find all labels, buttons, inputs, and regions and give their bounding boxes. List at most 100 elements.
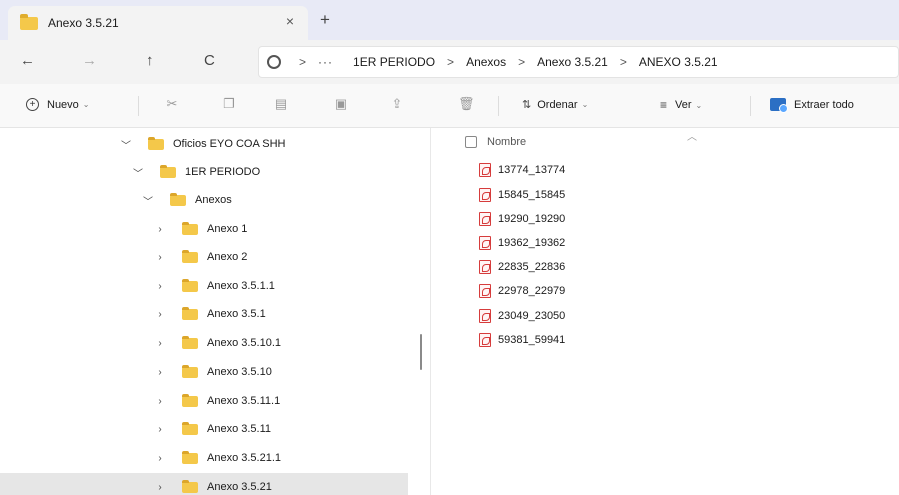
chevron-down-icon[interactable]: ﹀ [130,165,146,180]
tree-item-1er-periodo[interactable]: ﹀ 1ER PERIODO [130,158,428,186]
chevron-down-icon: ⌄ [581,100,589,109]
list-item[interactable]: 15845_15845 [479,185,565,205]
tree-item-anexo-3-5-11-1[interactable]: › Anexo 3.5.11.1 [152,387,408,415]
new-label: Nuevo [47,98,79,111]
tab-anexo[interactable]: Anexo 3.5.21 × [8,6,308,40]
view-lines-icon: ≡ [660,98,668,112]
pdf-file-icon [479,309,491,323]
command-bar: + Nuevo ⌄ ✂ ❐ ▤ ▣ ⇪ 🗑 ⇅ Ordenar ⌄ ≡ Ver … [0,84,899,128]
list-item[interactable]: 13774_13774 [479,160,565,180]
tree-item-anexo-3-5-1[interactable]: › Anexo 3.5.1 [152,300,408,328]
chevron-right-icon: > [518,55,526,69]
tree-item-anexo-3-5-21[interactable]: › Anexo 3.5.21 [0,473,408,495]
sort-button[interactable]: ⇅ Ordenar ⌄ [522,98,589,112]
delete-icon[interactable]: 🗑 [458,97,475,111]
folder-icon [182,364,198,378]
breadcrumb-anexo-3-5-21-zip[interactable]: ANEXO 3.5.21 [639,55,718,69]
plus-icon: + [26,98,39,111]
paste-icon[interactable]: ▤ [274,97,288,111]
tree-item-label: Anexo 3.5.11.1 [207,395,281,407]
tree-item-anexo-3-5-10-1[interactable]: › Anexo 3.5.10.1 [152,329,408,357]
scrollbar-thumb[interactable] [420,334,422,370]
chevron-right-icon: > [299,55,307,69]
tree-item-label: Anexos [195,194,232,206]
extract-icon [770,98,788,113]
extract-label: Extraer todo [794,98,854,111]
up-arrow-icon[interactable]: ↑ [146,52,154,69]
new-tab-button[interactable]: + [320,10,330,30]
chevron-right-icon[interactable]: › [152,396,168,407]
tree-item-anexo-3-5-1-1[interactable]: › Anexo 3.5.1.1 [152,272,408,300]
chevron-right-icon[interactable]: › [152,309,168,320]
tree-item-label: Anexo 3.5.21 [207,481,272,493]
pdf-file-icon [479,333,491,347]
folder-icon [182,450,198,464]
new-button[interactable]: + Nuevo ⌄ [26,98,90,111]
list-item[interactable]: 19290_19290 [479,209,565,229]
chevron-right-icon[interactable]: › [152,252,168,263]
address-row: ← → ↑ C > ··· 1ER PERIODO > Anexos > Ane… [0,40,899,84]
column-header-label: Nombre [487,136,527,148]
chevron-right-icon[interactable]: › [152,338,168,349]
share-icon[interactable]: ⇪ [390,97,404,111]
tree-item-label: 1ER PERIODO [185,166,261,178]
breadcrumb-1er-periodo[interactable]: 1ER PERIODO [353,55,435,69]
tree-item-label: Anexo 3.5.11 [207,423,272,435]
close-icon[interactable]: × [286,13,294,29]
divider [138,96,139,116]
refresh-icon[interactable]: C [204,52,215,69]
chevron-down-icon: ⌄ [82,100,90,109]
chevron-down-icon[interactable]: ﹀ [140,193,156,208]
divider [498,96,499,116]
tab-title: Anexo 3.5.21 [48,16,119,30]
tree-item-anexos[interactable]: ﹀ Anexos [140,186,428,214]
chevron-right-icon[interactable]: › [152,453,168,464]
cut-icon[interactable]: ✂ [165,97,179,111]
file-name: 22835_22836 [498,261,566,273]
pdf-file-icon [479,236,491,250]
breadcrumb-anexo-3-5-21[interactable]: Anexo 3.5.21 [537,55,608,69]
view-button[interactable]: ≡ Ver ⌄ [660,98,702,112]
tree-item-anexo-1[interactable]: › Anexo 1 [152,215,408,243]
file-name: 19362_19362 [498,237,566,249]
list-item[interactable]: 22835_22836 [479,257,565,277]
forward-arrow-icon[interactable]: → [82,52,97,69]
tree-item-anexo-3-5-21-1[interactable]: › Anexo 3.5.21.1 [152,444,408,472]
tree-item-anexo-3-5-11[interactable]: › Anexo 3.5.11 [152,415,408,443]
rename-icon[interactable]: ▣ [334,97,348,111]
folder-icon [20,13,38,30]
list-item[interactable]: 23049_23050 [479,306,565,326]
breadcrumb-ellipsis[interactable]: ··· [318,55,333,69]
tree-item-label: Anexo 3.5.1.1 [207,280,275,292]
chevron-right-icon[interactable]: › [152,424,168,435]
pdf-file-icon [479,163,491,177]
tree-item-oficios[interactable]: ﹀ Oficios EYO COA SHH [118,130,428,158]
chevron-right-icon: > [447,55,455,69]
navigation-pane: ﹀ Oficios EYO COA SHH ﹀ 1ER PERIODO ﹀ An… [0,128,430,495]
folder-icon [148,136,164,150]
list-item[interactable]: 22978_22979 [479,281,565,301]
tree-item-anexo-2[interactable]: › Anexo 2 [152,243,408,271]
globe-icon [267,55,281,69]
file-name: 19290_19290 [498,213,566,225]
column-header-name[interactable]: Nombre [465,136,526,148]
chevron-right-icon[interactable]: › [152,224,168,235]
list-item[interactable]: 19362_19362 [479,233,565,253]
breadcrumb-anexos[interactable]: Anexos [466,55,506,69]
chevron-right-icon[interactable]: › [152,367,168,378]
extract-all-button[interactable]: Extraer todo [770,98,854,113]
chevron-right-icon[interactable]: › [152,482,168,493]
address-bar[interactable]: > ··· 1ER PERIODO > Anexos > Anexo 3.5.2… [258,46,899,78]
chevron-down-icon[interactable]: ﹀ [118,137,134,152]
select-all-checkbox[interactable] [465,136,477,148]
view-label: Ver [675,99,692,111]
copy-icon[interactable]: ❐ [222,97,236,111]
chevron-right-icon[interactable]: › [152,281,168,292]
list-item[interactable]: 59381_59941 [479,330,565,350]
back-arrow-icon[interactable]: ← [20,52,35,69]
tree-item-label: Oficios EYO COA SHH [173,138,286,150]
file-name: 23049_23050 [498,310,566,322]
tree-item-label: Anexo 3.5.21.1 [207,452,282,464]
tree-item-anexo-3-5-10[interactable]: › Anexo 3.5.10 [152,358,408,386]
chevron-right-icon: > [619,55,627,69]
